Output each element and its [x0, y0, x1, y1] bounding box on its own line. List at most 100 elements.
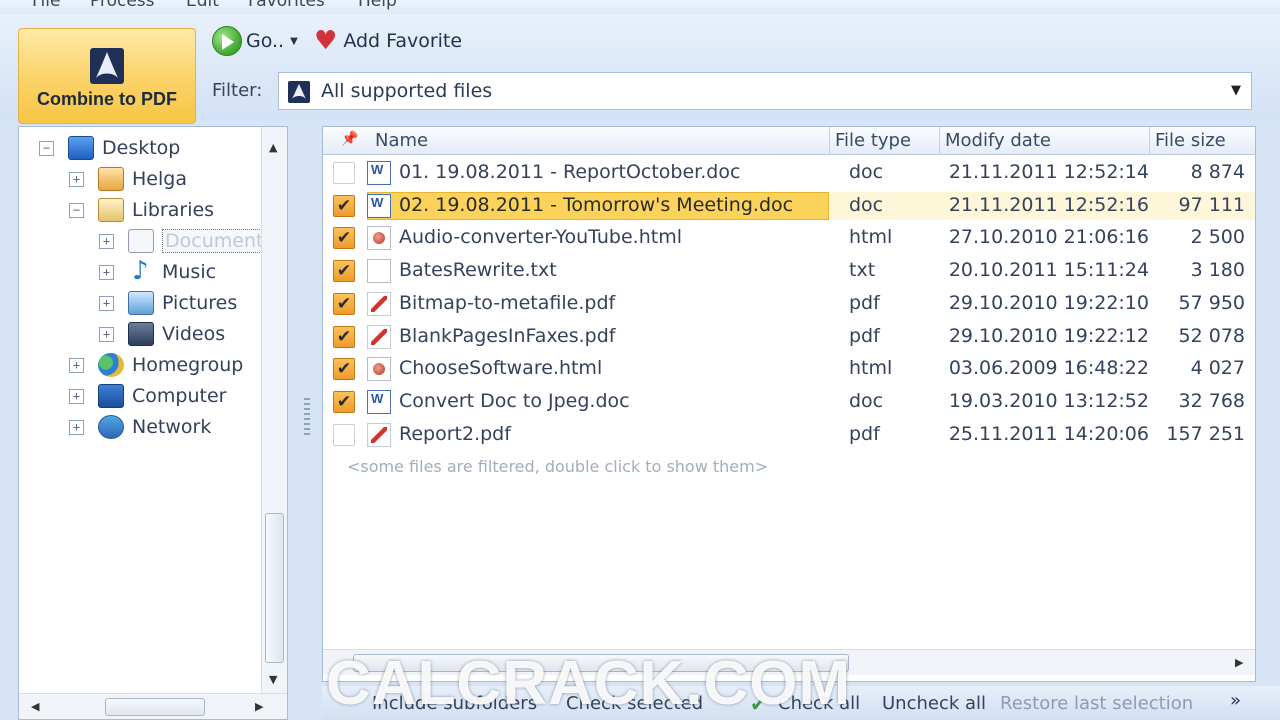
splitter-grip-icon[interactable] [304, 398, 310, 438]
file-size: 52 078 [1178, 324, 1245, 347]
file-row[interactable]: ✔ ChooseSoftware.html html 03.06.2009 16:48… [323, 353, 1255, 385]
go-button[interactable]: Go.. ▼ [212, 26, 298, 56]
file-row[interactable]: ✔ Audio-converter-YouTube.html html 27.10.2… [323, 222, 1255, 254]
file-list: 📌 Name File type Modify date File size 0… [322, 126, 1256, 682]
row-checkbox[interactable]: ✔ [333, 194, 355, 217]
expand-icon[interactable]: + [69, 171, 84, 187]
tree-vertical-scrollbar[interactable]: ▲ ▼ [261, 127, 287, 693]
add-favorite-label: Add Favorite [343, 30, 463, 52]
filtered-files-note[interactable]: <some files are filtered, double click t… [347, 457, 768, 476]
chevron-down-icon[interactable]: ▼ [290, 36, 298, 47]
tree-item-homegroup[interactable]: + Homegroup [69, 352, 243, 378]
file-row[interactable]: ✔ BatesRewrite.txt txt 20.10.2011 15:11:24 3… [323, 255, 1255, 287]
column-modify-date[interactable]: Modify date [945, 130, 1051, 151]
uncheck-all-button[interactable]: Uncheck all [882, 693, 986, 714]
file-type: html [849, 357, 893, 380]
file-date: 03.06.2009 16:48:22 [948, 357, 1149, 380]
row-checkbox[interactable]: ✔ [333, 358, 355, 381]
file-type: html [849, 226, 893, 249]
column-file-type[interactable]: File type [835, 130, 911, 151]
pane-splitter[interactable] [296, 126, 318, 720]
tree-item-label: Music [162, 261, 217, 283]
collapse-icon[interactable]: − [39, 140, 54, 156]
expand-icon[interactable]: + [69, 388, 84, 404]
file-row[interactable]: ✔ Bitmap-to-metafile.pdf pdf 29.10.2010 19:… [323, 288, 1255, 320]
expand-icon[interactable]: + [99, 326, 114, 342]
expand-icon[interactable]: + [69, 357, 84, 373]
expand-icon[interactable]: + [99, 295, 114, 311]
chevron-down-icon[interactable]: ▼ [1231, 83, 1241, 98]
row-checkbox[interactable] [333, 423, 355, 446]
scroll-up-icon[interactable]: ▲ [269, 141, 277, 154]
menu-edit[interactable]: Edit [186, 0, 219, 11]
row-checkbox[interactable]: ✔ [333, 260, 355, 283]
doc-file-icon [367, 161, 391, 185]
tree-item-documents[interactable]: + Documents [99, 228, 277, 254]
music-icon [128, 256, 154, 286]
tree-item-music[interactable]: + Music [99, 256, 217, 286]
restore-last-selection-button[interactable]: Restore last selection [1000, 693, 1193, 714]
row-checkbox[interactable]: ✔ [333, 292, 355, 315]
file-row[interactable]: ✔ 02. 19.08.2011 - Tomorrow's Meeting.doc… [323, 190, 1255, 222]
file-date: 25.11.2011 14:20:06 [948, 422, 1149, 445]
tree-item-computer[interactable]: + Computer [69, 383, 226, 409]
tree-item-label: Pictures [162, 292, 238, 314]
scroll-thumb[interactable] [105, 698, 205, 716]
file-name: BlankPagesInFaxes.pdf [399, 324, 616, 347]
tree-item-label: Videos [162, 323, 226, 345]
file-row[interactable]: ✔ Convert Doc to Jpeg.doc doc 19.03.2010 13… [323, 386, 1255, 418]
menu-favorites[interactable]: Favorites [248, 0, 325, 11]
row-checkbox[interactable]: ✔ [333, 390, 355, 413]
scroll-right-icon[interactable]: ▶ [255, 700, 263, 713]
tree-item-desktop[interactable]: − Desktop [39, 135, 180, 161]
tree-item-label: Computer [132, 385, 227, 407]
column-file-size[interactable]: File size [1155, 130, 1226, 151]
row-checkbox[interactable]: ✔ [333, 325, 355, 348]
file-size: 57 950 [1178, 291, 1245, 314]
documents-icon [128, 229, 154, 253]
scroll-left-icon[interactable]: ◀ [31, 700, 39, 713]
collapse-icon[interactable]: − [69, 202, 84, 218]
menu-help[interactable]: Help [358, 0, 397, 11]
column-name[interactable]: Name [375, 130, 428, 151]
column-divider[interactable] [829, 127, 830, 155]
scroll-down-icon[interactable]: ▼ [269, 673, 277, 686]
pin-icon[interactable]: 📌 [341, 131, 358, 147]
file-row[interactable]: Report2.pdf pdf 25.11.2011 14:20:06 157 251 [323, 419, 1255, 451]
watermark: CALCRACK.COM [326, 649, 852, 718]
tree-item-helga[interactable]: + Helga [69, 166, 187, 192]
tree-item-libraries[interactable]: − Libraries [69, 197, 214, 223]
row-checkbox[interactable] [333, 162, 355, 184]
desktop-icon [68, 136, 94, 160]
tree-item-label: Desktop [102, 137, 181, 159]
file-date: 21.11.2011 12:52:16 [948, 193, 1149, 216]
pdf-file-icon [367, 324, 391, 349]
add-favorite-button[interactable]: ♥ Add Favorite [314, 26, 462, 56]
file-name: Report2.pdf [399, 422, 511, 445]
tree-item-network[interactable]: + Network [69, 414, 211, 440]
menu-process[interactable]: Process [90, 0, 155, 11]
expand-icon[interactable]: + [69, 419, 84, 435]
tree-item-videos[interactable]: + Videos [99, 321, 225, 347]
expand-icon[interactable]: + [99, 233, 114, 249]
pdf-filter-icon [288, 81, 310, 103]
scroll-thumb[interactable] [265, 513, 284, 663]
combine-to-pdf-button[interactable]: Combine to PDF [18, 28, 196, 124]
scroll-right-icon[interactable]: ▶ [1235, 656, 1243, 669]
row-checkbox[interactable]: ✔ [333, 227, 355, 250]
file-row[interactable]: ✔ BlankPagesInFaxes.pdf pdf 29.10.2010 19:2… [323, 321, 1255, 353]
more-chevron-icon[interactable]: » [1230, 690, 1241, 711]
file-row[interactable]: 01. 19.08.2011 - ReportOctober.doc doc 21.… [323, 157, 1255, 189]
file-type: pdf [849, 291, 880, 314]
column-divider[interactable] [939, 127, 940, 155]
column-divider[interactable] [1149, 127, 1150, 155]
tree-horizontal-scrollbar[interactable]: ◀ ▶ [19, 693, 287, 719]
file-type: txt [849, 259, 876, 282]
menu-file[interactable]: File [32, 0, 60, 11]
tree-item-pictures[interactable]: + Pictures [99, 290, 237, 316]
file-date: 20.10.2011 15:11:24 [948, 259, 1149, 282]
folder-tree: − Desktop + Helga − Libraries + Document… [18, 126, 288, 720]
expand-icon[interactable]: + [99, 264, 114, 280]
file-name: 01. 19.08.2011 - ReportOctober.doc [399, 161, 741, 183]
filter-select[interactable]: All supported files ▼ [278, 72, 1252, 110]
